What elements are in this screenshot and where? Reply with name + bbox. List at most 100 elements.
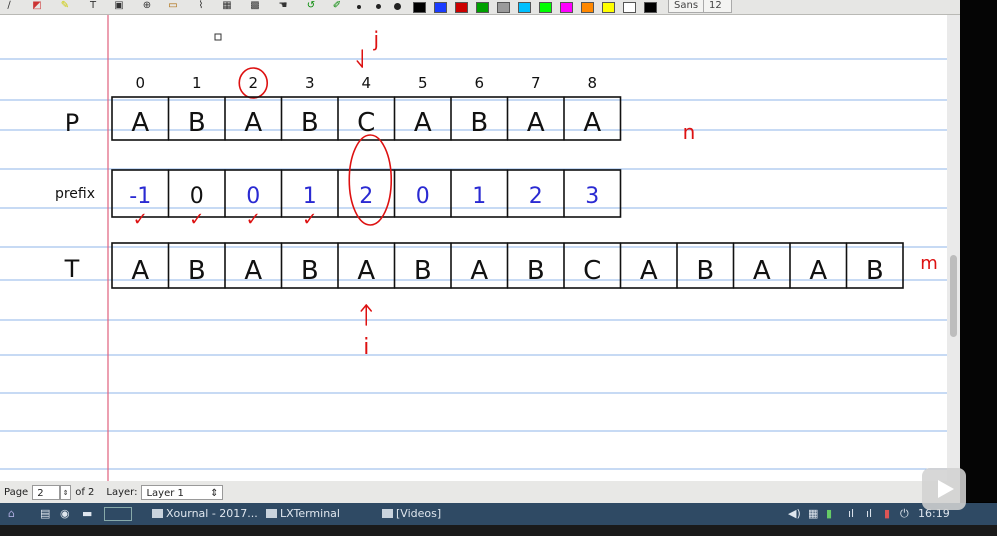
text-cell: C <box>583 256 601 286</box>
show-desktop-icon[interactable]: ▬ <box>82 506 92 522</box>
default-tool-icon[interactable]: ✐ <box>330 0 344 12</box>
check-mark: ✓ <box>246 209 261 230</box>
browser-icon[interactable]: ◉ <box>60 506 70 522</box>
pattern-cell: B <box>301 108 319 138</box>
thickness-fine-icon[interactable] <box>357 5 361 9</box>
font-button[interactable]: Sans 12 <box>668 0 732 13</box>
text-label: T <box>64 255 80 283</box>
ruler-icon[interactable]: ▭ <box>166 0 180 12</box>
prefix-cell: 0 <box>190 184 204 209</box>
text-cell: B <box>527 256 545 286</box>
drawing-canvas[interactable]: 0 1 2 3 4 5 6 7 8 j P A B A B C A B A An prefix -1 0 0 1 2 0 1 2 3 ✓ ✓ ✓… <box>0 15 947 481</box>
scrollbar-thumb[interactable] <box>950 255 957 337</box>
text-cell: A <box>753 256 771 286</box>
page-number-field[interactable]: 2 <box>32 484 61 500</box>
color-swatch-orange[interactable] <box>581 2 594 13</box>
font-name: Sans <box>674 0 699 11</box>
text-cell: B <box>696 256 714 286</box>
layer-label: Layer: <box>106 486 138 498</box>
thickness-thick-icon[interactable] <box>394 3 401 10</box>
task-videos-label: [Videos] <box>396 507 442 520</box>
power-icon[interactable]: ⏻ <box>900 506 909 522</box>
font-size: 12 <box>703 0 727 12</box>
index-label: 0 <box>135 74 145 92</box>
color-swatch-light-blue[interactable] <box>518 2 531 13</box>
index-label: 1 <box>192 74 202 92</box>
chevron-updown-icon: ⇕ <box>210 487 219 499</box>
color-swatch-magenta[interactable] <box>560 2 573 13</box>
page-spinner-icon[interactable]: ⇕ <box>60 484 72 500</box>
prefix-cell: 0 <box>416 184 430 209</box>
play-button-icon[interactable] <box>922 468 966 510</box>
task-xournal[interactable]: Xournal - 2017... <box>152 506 258 522</box>
text-cell: A <box>131 256 149 286</box>
battery-icon[interactable]: ▮ <box>884 506 890 522</box>
color-swatch-white[interactable] <box>623 2 636 13</box>
prefix-cell: 2 <box>529 184 543 209</box>
insert-space-icon[interactable]: ⊕ <box>140 0 154 12</box>
vertical-scrollbar[interactable] <box>947 15 960 481</box>
image-tool-icon[interactable]: ▣ <box>112 0 126 12</box>
index-label: 3 <box>305 74 315 92</box>
select-rectangle-icon[interactable]: ▦ <box>220 0 234 12</box>
cursor-box <box>214 33 222 41</box>
text-cell: A <box>809 256 827 286</box>
signal-icon[interactable]: ıl <box>848 506 854 522</box>
eraser-icon[interactable]: ◩ <box>30 0 44 12</box>
color-swatch-black-2[interactable] <box>644 2 657 13</box>
color-swatch-red[interactable] <box>455 2 468 13</box>
index-label: 2 <box>248 74 258 92</box>
color-swatch-green[interactable] <box>476 2 489 13</box>
ink-layer: 0 1 2 3 4 5 6 7 8 j P A B A B C A B A An prefix -1 0 0 1 2 0 1 2 3 ✓ ✓ ✓… <box>55 27 938 360</box>
check-mark: ✓ <box>302 209 317 230</box>
default-pen-icon[interactable]: ↺ <box>304 0 318 12</box>
pattern-cell: A <box>131 108 149 138</box>
file-manager-icon[interactable]: ▤ <box>40 506 50 522</box>
notebook-page[interactable]: 0 1 2 3 4 5 6 7 8 j P A B A B C A B A An prefix -1 0 0 1 2 0 1 2 3 ✓ ✓ ✓… <box>0 15 947 481</box>
signal-2-icon[interactable]: ıl <box>866 506 872 522</box>
index-label: 5 <box>418 74 428 92</box>
text-cell: A <box>244 256 262 286</box>
prefix-cell: 3 <box>585 184 599 209</box>
text-cell: B <box>188 256 206 286</box>
layer-select[interactable]: Layer 1 ⇕ <box>141 484 224 500</box>
folder-icon <box>382 509 393 518</box>
keyboard-icon[interactable]: ▦ <box>808 506 818 522</box>
prefix-circle <box>348 134 393 226</box>
network-icon[interactable]: ▮ <box>826 506 832 522</box>
hand-tool-icon[interactable]: ☚ <box>276 0 290 12</box>
index-label: 8 <box>587 74 597 92</box>
thickness-medium-icon[interactable] <box>376 4 381 9</box>
prefix-cell: 2 <box>359 184 373 209</box>
terminal-icon <box>266 509 277 518</box>
pattern-cell: A <box>244 108 262 138</box>
pen-tool-icon[interactable]: ∕ <box>2 0 16 12</box>
color-swatch-blue[interactable] <box>434 2 447 13</box>
shape-recognizer-icon[interactable]: ⌇ <box>194 0 208 12</box>
text-cell: B <box>414 256 432 286</box>
text-cell: B <box>301 256 319 286</box>
prefix-cell: 0 <box>246 184 260 209</box>
task-videos[interactable]: [Videos] <box>382 506 441 522</box>
index-label: 6 <box>474 74 484 92</box>
color-swatch-gray[interactable] <box>497 2 510 13</box>
volume-icon[interactable]: ◀) <box>788 506 801 522</box>
color-swatch-light-green[interactable] <box>539 2 552 13</box>
start-menu-icon[interactable]: ⌂ <box>8 506 15 522</box>
task-lxterminal-label: LXTerminal <box>280 507 340 520</box>
pattern-cell: B <box>470 108 488 138</box>
text-cell: A <box>470 256 488 286</box>
prefix-cell: 1 <box>303 184 317 209</box>
prefix-cell: 1 <box>472 184 486 209</box>
task-lxterminal[interactable]: LXTerminal <box>266 506 340 522</box>
color-swatch-yellow[interactable] <box>602 2 615 13</box>
workspace-switcher[interactable] <box>104 507 132 521</box>
select-region-icon[interactable]: ▩ <box>248 0 262 12</box>
pattern-cell: A <box>414 108 432 138</box>
color-swatch-black[interactable] <box>413 2 426 13</box>
pattern-cell: A <box>583 108 601 138</box>
prefix-label: prefix <box>55 186 95 202</box>
highlighter-icon[interactable]: ✎ <box>58 0 72 12</box>
text-tool-icon[interactable]: T <box>86 0 100 12</box>
text-cell: A <box>640 256 658 286</box>
